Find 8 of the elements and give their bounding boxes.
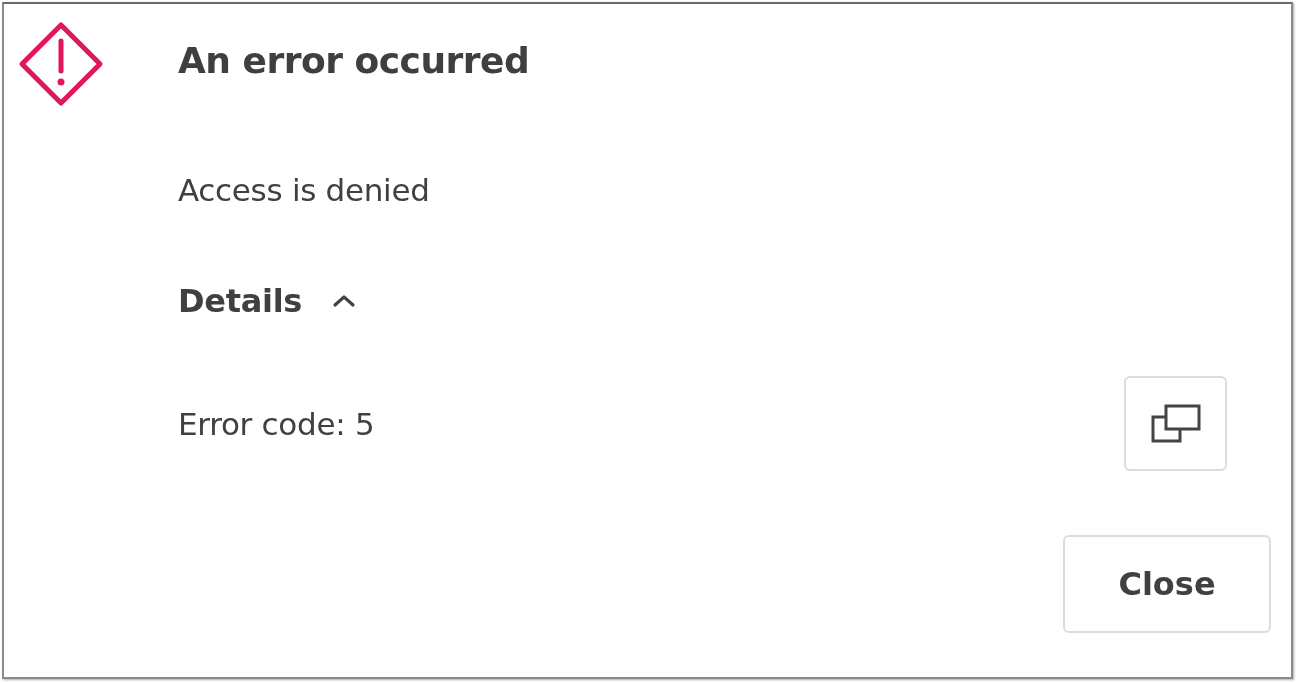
dialog-title: An error occurred <box>178 39 530 81</box>
copy-icon <box>1149 402 1202 445</box>
close-button[interactable]: Close <box>1063 535 1271 633</box>
error-code: Error code: 5 <box>178 405 375 442</box>
chevron-icon <box>332 293 357 309</box>
copy-button[interactable] <box>1124 376 1227 471</box>
error-message: Access is denied <box>178 172 431 208</box>
details-toggle[interactable]: Details <box>178 282 357 320</box>
